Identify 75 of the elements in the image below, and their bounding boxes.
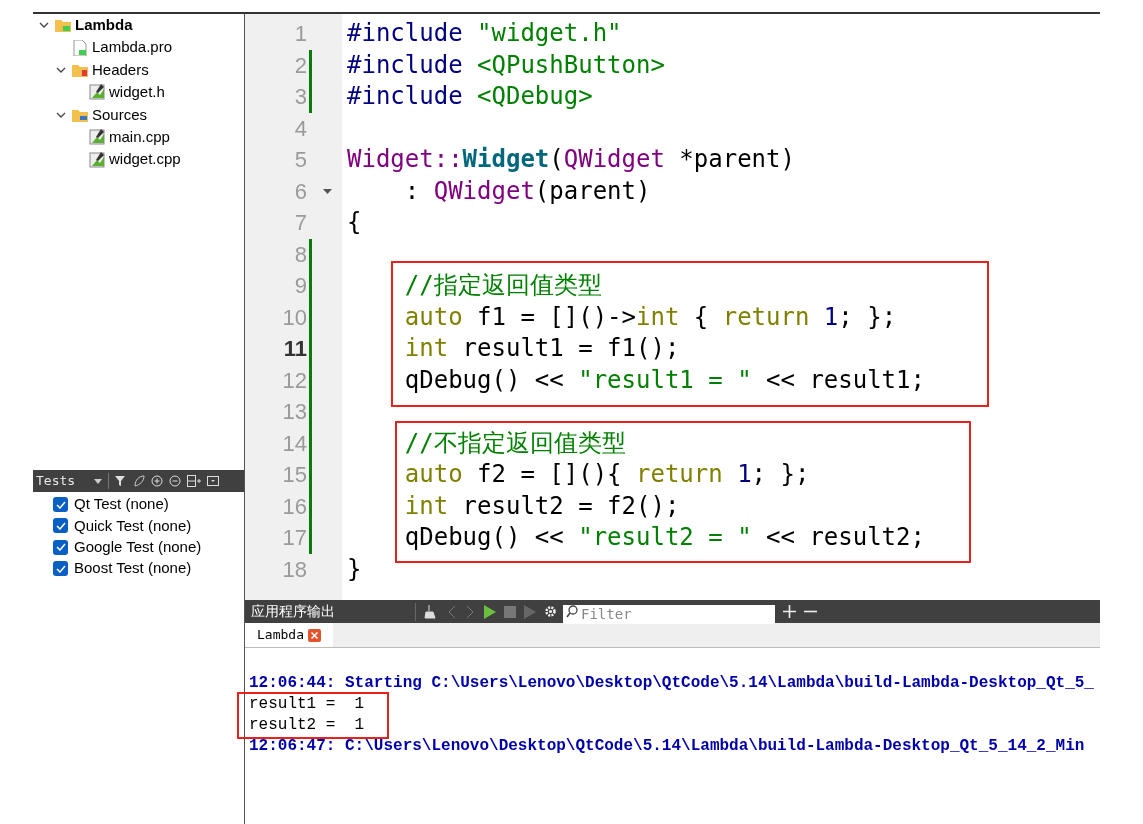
tree-item[interactable]: main.cpp — [109, 125, 170, 149]
code-line: #include "widget.h" — [347, 18, 622, 49]
code-line: auto f1 = []()->int { return 1; }; — [403, 301, 897, 333]
checkbox-label: Qt Test (none) — [74, 494, 169, 515]
line-number: 17 — [281, 524, 307, 553]
tests-dropdown[interactable]: Tests — [36, 471, 88, 491]
tree-item[interactable]: widget.h — [109, 81, 165, 104]
close-icon[interactable] — [307, 628, 321, 642]
tree-item[interactable]: Headers — [92, 58, 149, 82]
line-number: 7 — [293, 209, 307, 238]
code-line: Widget::Widget(QWidget *parent) — [347, 144, 795, 175]
code-line: qDebug() << "result2 = " << result2; — [403, 522, 925, 553]
line-number: 13 — [281, 398, 307, 427]
split-icon[interactable] — [187, 475, 201, 487]
line-number: 6 — [293, 177, 307, 206]
source-file-icon — [89, 129, 105, 146]
line-number: 11 — [282, 335, 307, 364]
line-number: 12 — [281, 366, 307, 395]
line-number: 14 — [281, 429, 307, 458]
line-number: 1 — [293, 20, 307, 49]
settings-icon[interactable] — [544, 605, 557, 618]
line-number: 10 — [281, 303, 307, 332]
checkbox[interactable] — [53, 518, 68, 534]
checkbox[interactable] — [53, 539, 68, 555]
code-line: { — [347, 207, 362, 238]
line-number: 3 — [293, 83, 307, 112]
code-line: qDebug() << "result1 = " << result1; — [403, 364, 925, 396]
output-tab[interactable]: Lambda — [245, 623, 333, 647]
document-icon — [72, 39, 88, 56]
search-icon — [566, 605, 578, 618]
pane-title: 应用程序输出 — [250, 602, 336, 621]
leaf-icon[interactable] — [133, 475, 145, 487]
code-line: #include <QPushButton> — [347, 49, 665, 81]
output-line: 12:06:44: Starting C:\Users\Lenovo\Desktop\QtCode\5.14\Lambda\build-Lambda-Desktop_Qt_5_ — [249, 673, 1095, 694]
tree-item[interactable]: Lambda.pro — [92, 36, 173, 59]
output-line: 12:06:47: C:\Users\Lenovo\Desktop\QtCode\5.14\Lambda\build-Lambda-Desktop_Qt_5_14_2_Min — [249, 736, 1086, 757]
line-number: 9 — [293, 272, 307, 301]
line-number: 15 — [281, 461, 307, 490]
line-number: 16 — [281, 492, 307, 521]
checkbox-label: Quick Test (none) — [74, 515, 192, 536]
close-pane-icon[interactable] — [207, 475, 219, 487]
checkbox[interactable] — [53, 561, 68, 577]
code-line: int result1 = f1(); — [403, 333, 680, 364]
code-line: } — [347, 553, 362, 585]
dropdown-arrow-icon[interactable] — [94, 478, 102, 484]
code-line: //指定返回值类型 — [403, 270, 602, 301]
source-file-icon — [89, 151, 105, 168]
tree-item[interactable]: widget.cpp — [109, 148, 181, 171]
play-icon[interactable] — [484, 604, 496, 619]
output-line: result1 = 1 — [249, 694, 366, 715]
filter-icon[interactable] — [115, 475, 127, 487]
expand-icon[interactable] — [151, 475, 163, 487]
line-number: 8 — [293, 240, 307, 269]
source-file-icon — [89, 84, 105, 101]
code-line: int result2 = f2(); — [403, 490, 680, 522]
add-icon[interactable] — [783, 605, 796, 618]
broom-icon[interactable] — [424, 604, 438, 619]
folder-icon — [55, 17, 71, 34]
code-line: auto f2 = [](){ return 1; }; — [403, 459, 810, 490]
code-line: //不指定返回值类型 — [403, 427, 626, 459]
checkbox-label: Boost Test (none) — [74, 558, 192, 579]
checkbox[interactable] — [53, 497, 68, 513]
tree-item[interactable]: Sources — [92, 103, 148, 126]
output-line: result2 = 1 — [249, 715, 366, 736]
tree-item[interactable]: Lambda — [75, 13, 133, 37]
line-number: 5 — [293, 146, 307, 175]
code-line: : QWidget(parent) — [403, 175, 651, 207]
collapse-icon[interactable] — [169, 475, 181, 487]
filter-field[interactable]: Filter — [563, 605, 775, 624]
code-line: #include <QDebug> — [347, 81, 593, 112]
line-number: 2 — [293, 51, 307, 80]
line-number: 4 — [293, 114, 307, 143]
line-number: 18 — [281, 555, 307, 584]
checkbox-label: Google Test (none) — [74, 537, 202, 557]
fold-arrow-icon[interactable] — [323, 188, 332, 194]
